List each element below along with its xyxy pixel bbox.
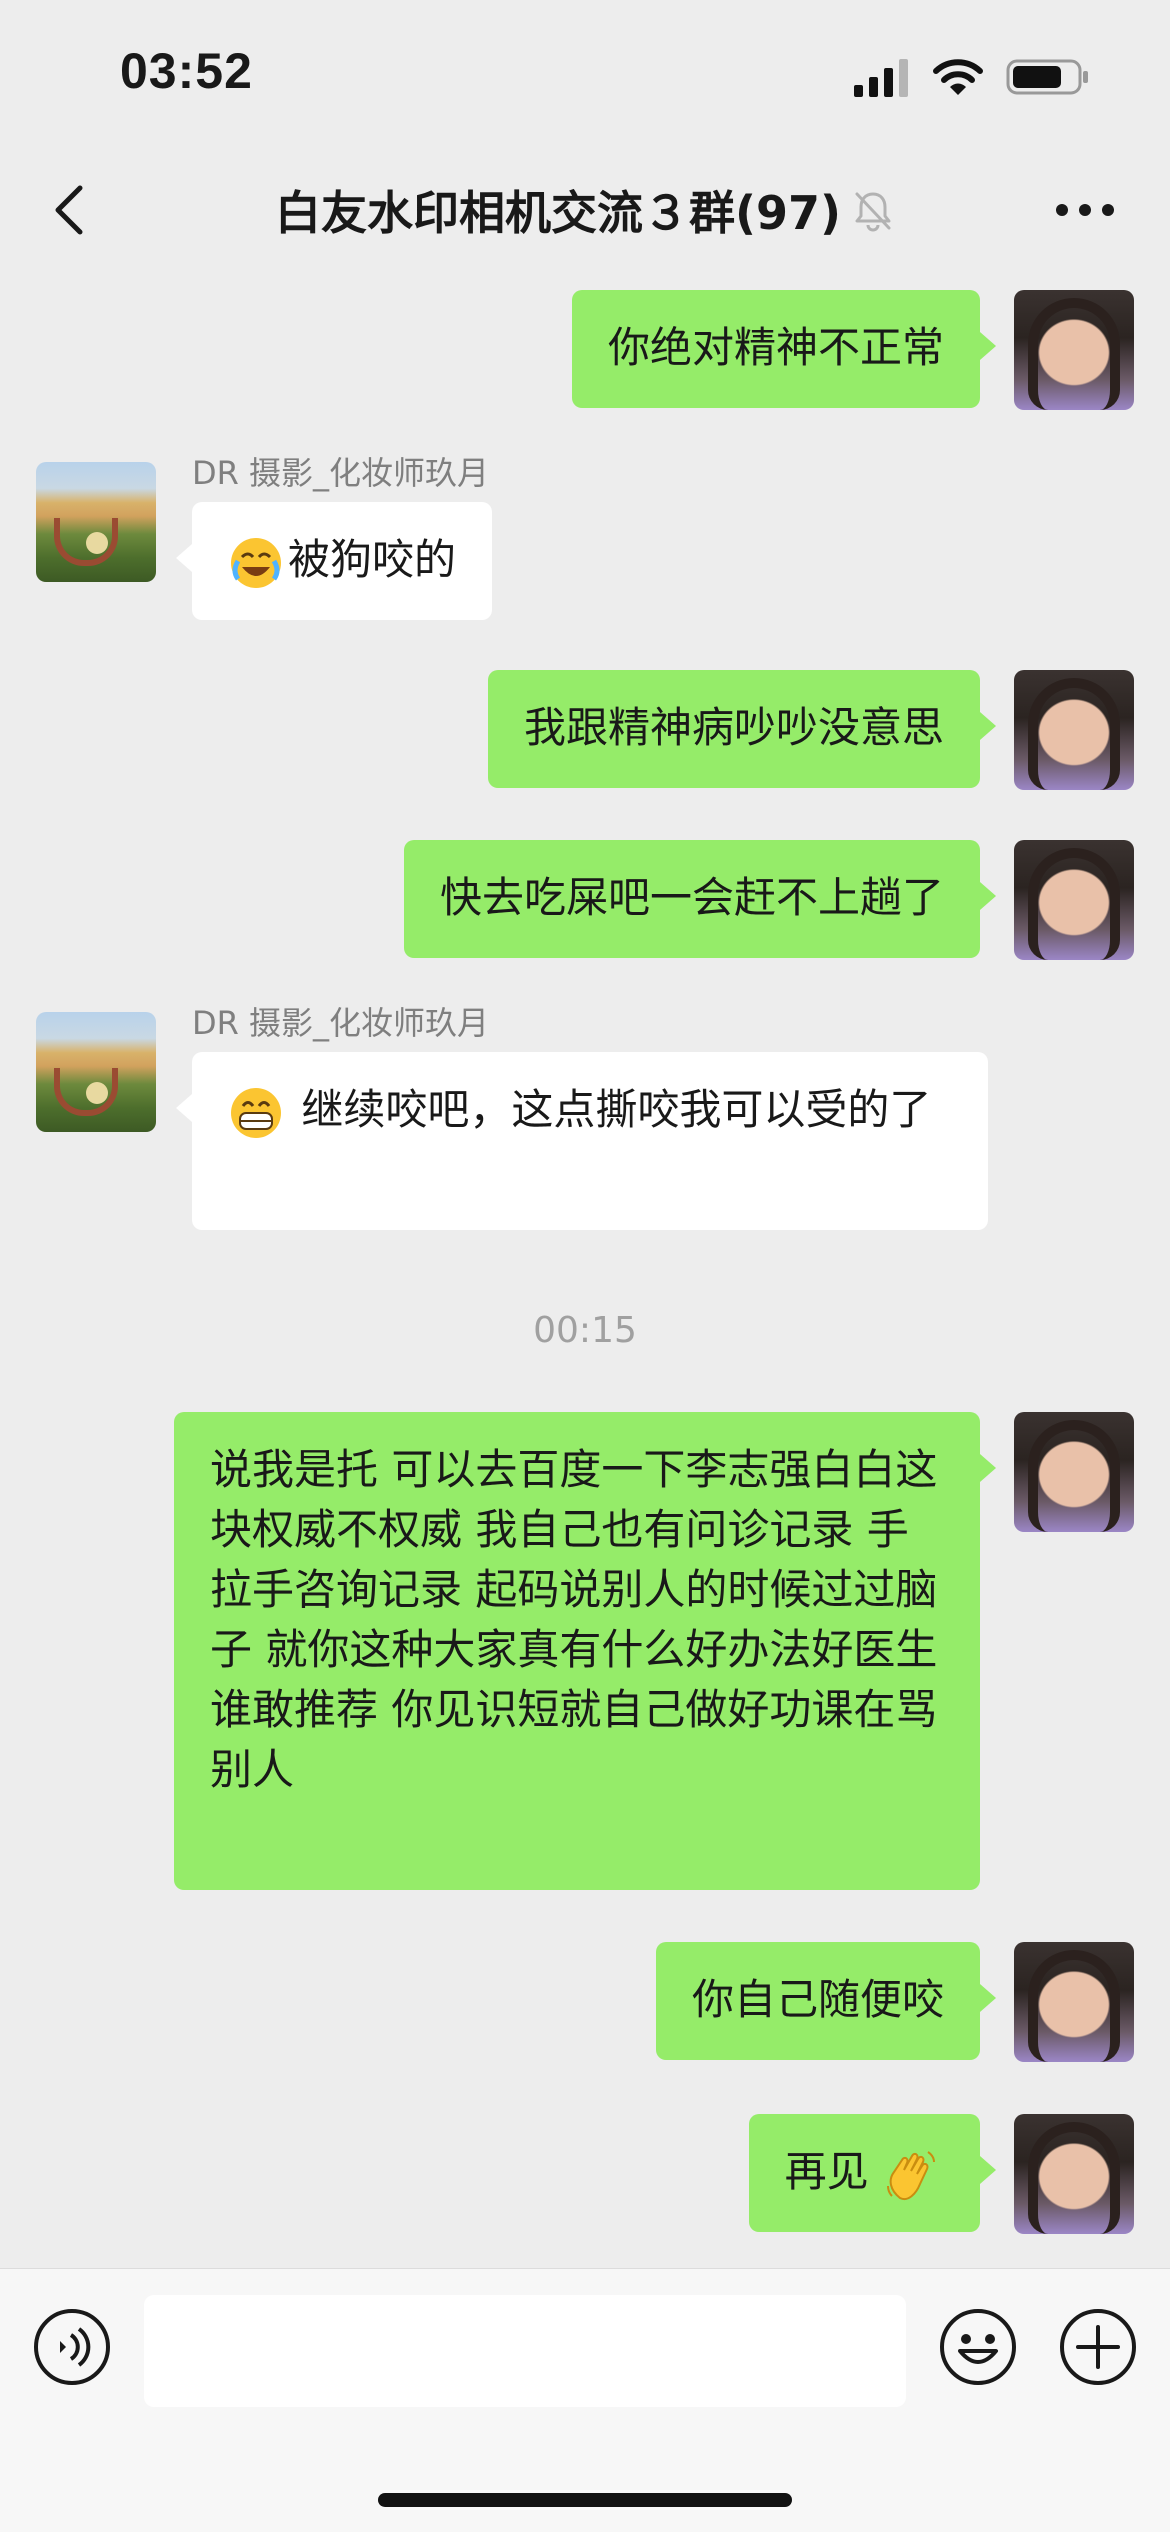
sender-avatar[interactable] xyxy=(36,1012,156,1132)
message-bubble[interactable]: 继续咬吧，这点撕咬我可以受的了 xyxy=(176,1052,988,1230)
smiley-icon xyxy=(940,2309,1016,2385)
message-text: 说我是托 可以去百度一下李志强白白这块权威不权威 我自己也有问诊记录 手拉手咨询… xyxy=(210,1445,938,1794)
time-separator: 00:15 xyxy=(533,1310,637,1351)
message-text: 快去吃屎吧一会赶不上趟了 xyxy=(439,873,944,922)
battery-icon xyxy=(1006,59,1088,95)
more-button[interactable] xyxy=(1050,185,1120,235)
signal-icon xyxy=(854,59,908,97)
message-bubble[interactable]: 说我是托 可以去百度一下李志强白白这块权威不权威 我自己也有问诊记录 手拉手咨询… xyxy=(174,1412,996,1890)
my-avatar[interactable] xyxy=(1014,1942,1134,2062)
message-input[interactable] xyxy=(144,2295,906,2407)
chat-title-area: 白友水印相机交流３群(97) xyxy=(200,170,970,250)
bell-slash-icon xyxy=(855,192,891,232)
status-time: 03:52 xyxy=(120,43,253,99)
sender-name: DR 摄影_化妆师玖月 xyxy=(192,1004,490,1042)
my-avatar[interactable] xyxy=(1014,670,1134,790)
message-bubble[interactable]: 你自己随便咬 xyxy=(655,1942,997,2060)
message-text: 被狗咬的 xyxy=(288,535,457,584)
my-avatar[interactable] xyxy=(1014,290,1134,410)
plus-icon xyxy=(1060,2309,1136,2385)
crying-laughing-emoji xyxy=(231,537,281,588)
sender-avatar[interactable] xyxy=(36,462,156,582)
message-text: 继续咬吧，这点撕咬我可以受的了 xyxy=(288,1085,932,1134)
message-bubble[interactable]: 快去吃屎吧一会赶不上趟了 xyxy=(403,840,997,958)
grinning-teeth-emoji xyxy=(231,1087,281,1138)
chat-title: 白友水印相机交流３群(97) xyxy=(274,186,842,240)
message-text: 你绝对精神不正常 xyxy=(607,323,944,372)
message-bubble[interactable]: 被狗咬的 xyxy=(175,502,493,620)
my-avatar[interactable] xyxy=(1014,1412,1134,1532)
voice-button[interactable] xyxy=(32,2307,112,2387)
my-avatar[interactable] xyxy=(1014,840,1134,960)
wifi-icon xyxy=(933,59,983,95)
sender-name: DR 摄影_化妆师玖月 xyxy=(192,454,490,492)
status-icons xyxy=(854,55,1090,99)
more-dots-icon xyxy=(1056,204,1114,216)
message-bubble[interactable]: 再见 xyxy=(748,2114,997,2232)
waving-hand-emoji xyxy=(887,2150,935,2200)
back-button[interactable] xyxy=(40,180,100,240)
voice-icon xyxy=(34,2309,110,2385)
status-bar: 03:52 xyxy=(0,0,1170,150)
home-indicator[interactable] xyxy=(378,2493,792,2507)
message-text: 再见 xyxy=(784,2147,869,2196)
message-bubble[interactable]: 我跟精神病吵吵没意思 xyxy=(487,670,997,788)
chat-messages[interactable]: 你绝对精神不正常 DR 摄影_化妆师玖月 被狗咬的 我跟精神病吵吵没意思 快去吃… xyxy=(0,270,1170,2268)
input-bar xyxy=(0,2268,1170,2532)
emoji-button[interactable] xyxy=(938,2307,1018,2387)
message-bubble[interactable]: 你绝对精神不正常 xyxy=(571,290,997,408)
message-text: 我跟精神病吵吵没意思 xyxy=(523,703,944,752)
more-functions-button[interactable] xyxy=(1058,2307,1138,2387)
chat-header: 白友水印相机交流３群(97) xyxy=(0,150,1170,270)
my-avatar[interactable] xyxy=(1014,2114,1134,2234)
message-text: 你自己随便咬 xyxy=(691,1975,944,2024)
chevron-left-icon xyxy=(55,185,83,235)
